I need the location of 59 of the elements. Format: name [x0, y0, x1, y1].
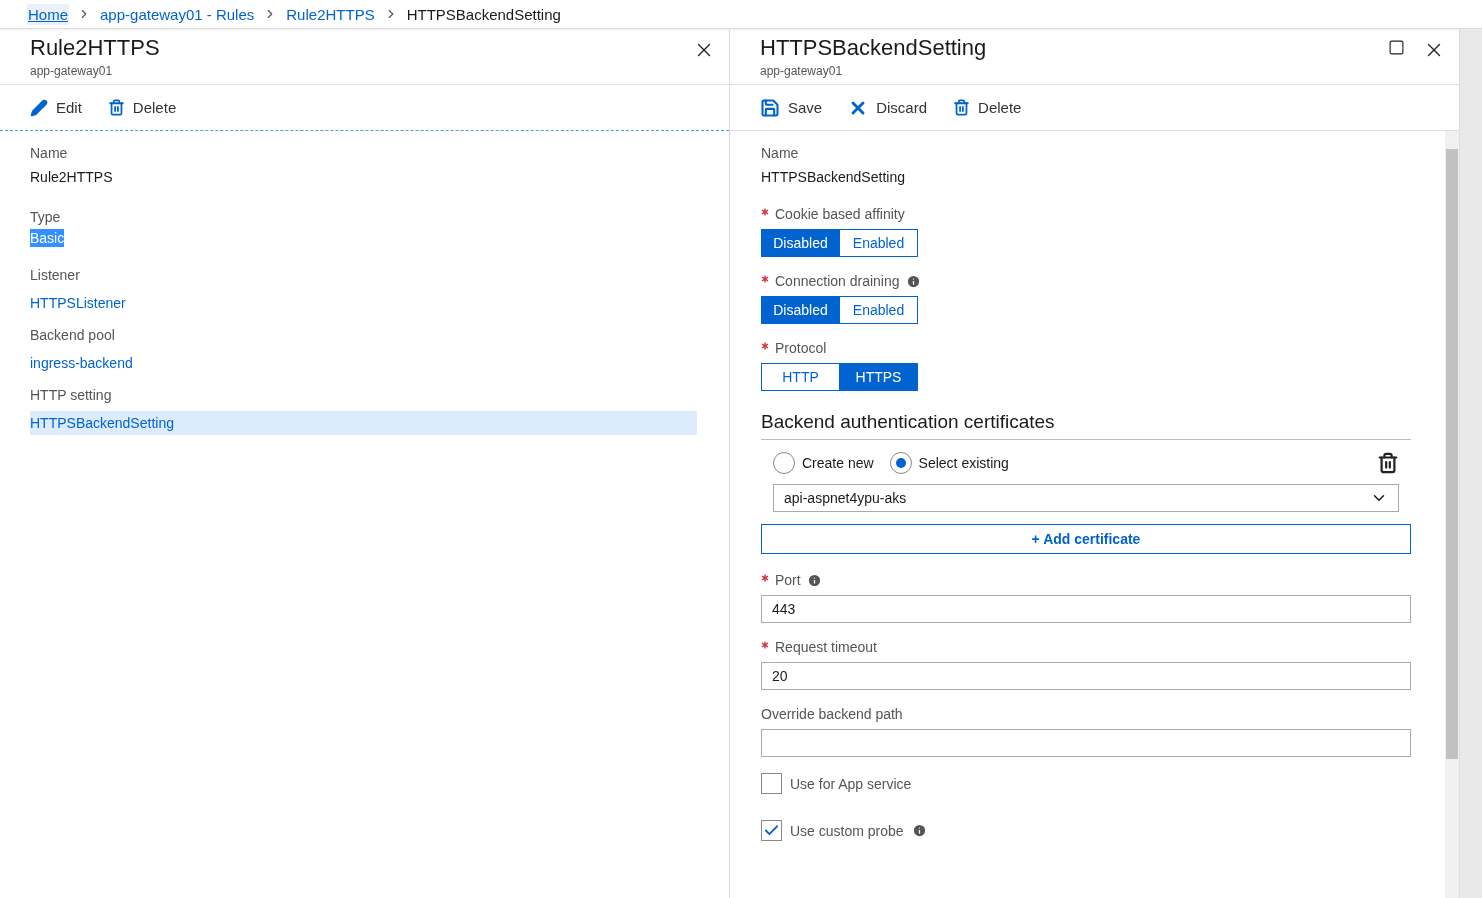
field-label: Connection draining [775, 273, 900, 289]
toolbar-button[interactable]: Save [760, 97, 823, 118]
blade-title: Rule2HTTPS [30, 35, 160, 61]
blade-title: HTTPSBackendSetting [760, 35, 987, 61]
toolbar-button[interactable]: Edit [30, 98, 82, 117]
field-value: HTTPSBackendSetting [761, 169, 905, 185]
trash-icon [953, 99, 971, 116]
field-link[interactable]: HTTPSListener [30, 291, 697, 315]
toggle-option[interactable]: Enabled [839, 229, 918, 257]
info-icon[interactable] [806, 572, 822, 588]
checkbox[interactable] [761, 773, 782, 794]
pencil-icon [30, 98, 48, 117]
toggle-option[interactable]: Disabled [761, 229, 840, 257]
checkbox-label: Use custom probe [790, 822, 904, 839]
input-field[interactable]: 20 [761, 662, 1411, 690]
field-label: Cookie based affinity [775, 206, 905, 222]
section-title: Backend authentication certificates [761, 411, 1411, 440]
save-icon [760, 97, 780, 118]
breadcrumb-link[interactable]: app-gateway01 - Rules [99, 3, 256, 25]
toggle-option[interactable]: HTTPS [839, 363, 918, 391]
trash-icon [107, 99, 125, 116]
toolbar-button[interactable]: Delete [107, 99, 177, 116]
toggle-option[interactable]: Enabled [839, 296, 918, 324]
blade-subtitle: app-gateway01 [760, 64, 844, 78]
field-label: Backend pool [30, 327, 116, 343]
radio-option[interactable]: Select existing [889, 452, 1009, 474]
info-icon[interactable] [911, 823, 927, 838]
toolbar-button[interactable]: Discard [848, 97, 928, 118]
radio-option[interactable]: Create new [773, 452, 874, 474]
field-label: Port [775, 572, 801, 588]
checkbox[interactable] [761, 820, 782, 841]
toolbar-button[interactable]: Delete [953, 99, 1022, 116]
trash-icon[interactable] [1377, 452, 1399, 474]
toggle-option[interactable]: Disabled [761, 296, 840, 324]
breadcrumb-link[interactable]: Home [27, 3, 69, 25]
field-label: Listener [30, 267, 81, 283]
selected-text: Basic [30, 229, 65, 247]
field-label: Type [30, 209, 62, 225]
breadcrumb-link[interactable]: HTTPSBackendSetting [405, 3, 562, 25]
certificate-dropdown[interactable]: api-aspnet4ypu-aks [773, 484, 1399, 512]
field-label: Request timeout [775, 639, 877, 655]
scrollbar[interactable] [1445, 131, 1459, 898]
input-field[interactable]: 443 [761, 595, 1411, 623]
toggle-option[interactable]: HTTP [761, 363, 840, 391]
field-label: Override backend path [761, 706, 903, 722]
add-certificate-button[interactable]: + Add certificate [761, 524, 1411, 554]
breadcrumb-link[interactable]: Rule2HTTPS [285, 3, 376, 25]
checkbox-label: Use for App service [790, 775, 912, 792]
field-label: HTTP setting [30, 387, 113, 403]
field-label: Name [30, 145, 69, 161]
field-link[interactable]: ingress-backend [30, 351, 697, 375]
maximize-icon[interactable] [1388, 39, 1405, 56]
field-label: Protocol [775, 340, 827, 356]
field-link[interactable]: HTTPSBackendSetting [30, 411, 697, 435]
field-value: Rule2HTTPS [30, 168, 114, 187]
field-label: Name [761, 145, 799, 161]
info-icon[interactable] [905, 273, 921, 289]
blade-subtitle: app-gateway01 [30, 64, 114, 78]
input-field[interactable] [761, 729, 1411, 757]
